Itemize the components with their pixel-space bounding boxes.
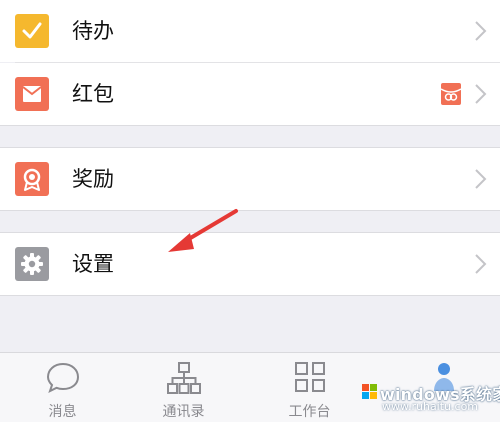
chevron-right-icon: [475, 21, 487, 41]
menu-item-label: 设置: [72, 251, 114, 276]
menu-item-label: 奖励: [72, 166, 114, 191]
menu-item-label: 待办: [72, 18, 114, 43]
tab-label: 工作台: [288, 404, 331, 420]
annotation-arrow: [168, 209, 238, 252]
reward-medal-icon: [15, 162, 49, 196]
org-chart-icon: [166, 362, 201, 394]
menu-item-settings[interactable]: 设置: [0, 233, 500, 295]
tab-label: 消息: [48, 404, 77, 420]
grid-icon: [294, 362, 325, 392]
red-envelope-icon: [15, 77, 49, 111]
chat-bubble-icon: [46, 362, 79, 393]
red-envelope-badge-icon: [440, 83, 462, 105]
menu-item-red-envelope[interactable]: 红包: [0, 63, 500, 125]
chevron-right-icon: [475, 254, 487, 274]
section-separator: [0, 125, 500, 126]
windows-logo-icon: [362, 384, 377, 399]
watermark-subtitle: www.ruhaitu.com: [382, 400, 479, 413]
tab-contacts[interactable]: 通讯录: [121, 353, 246, 422]
tab-workbench[interactable]: 工作台: [247, 353, 372, 422]
chevron-right-icon: [475, 84, 487, 104]
section-separator: [0, 210, 500, 211]
tab-messages[interactable]: 消息: [0, 353, 125, 422]
menu-item-todo[interactable]: 待办: [0, 0, 500, 62]
chevron-right-icon: [475, 169, 487, 189]
gear-icon: [15, 247, 49, 281]
section-separator: [0, 295, 500, 296]
menu-item-label: 红包: [72, 81, 114, 106]
menu-item-rewards[interactable]: 奖励: [0, 148, 500, 210]
tab-label: 通讯录: [162, 404, 205, 420]
watermark: windows系统家园 www.ruhaitu.com: [362, 380, 500, 416]
checkmark-icon: [15, 14, 49, 48]
